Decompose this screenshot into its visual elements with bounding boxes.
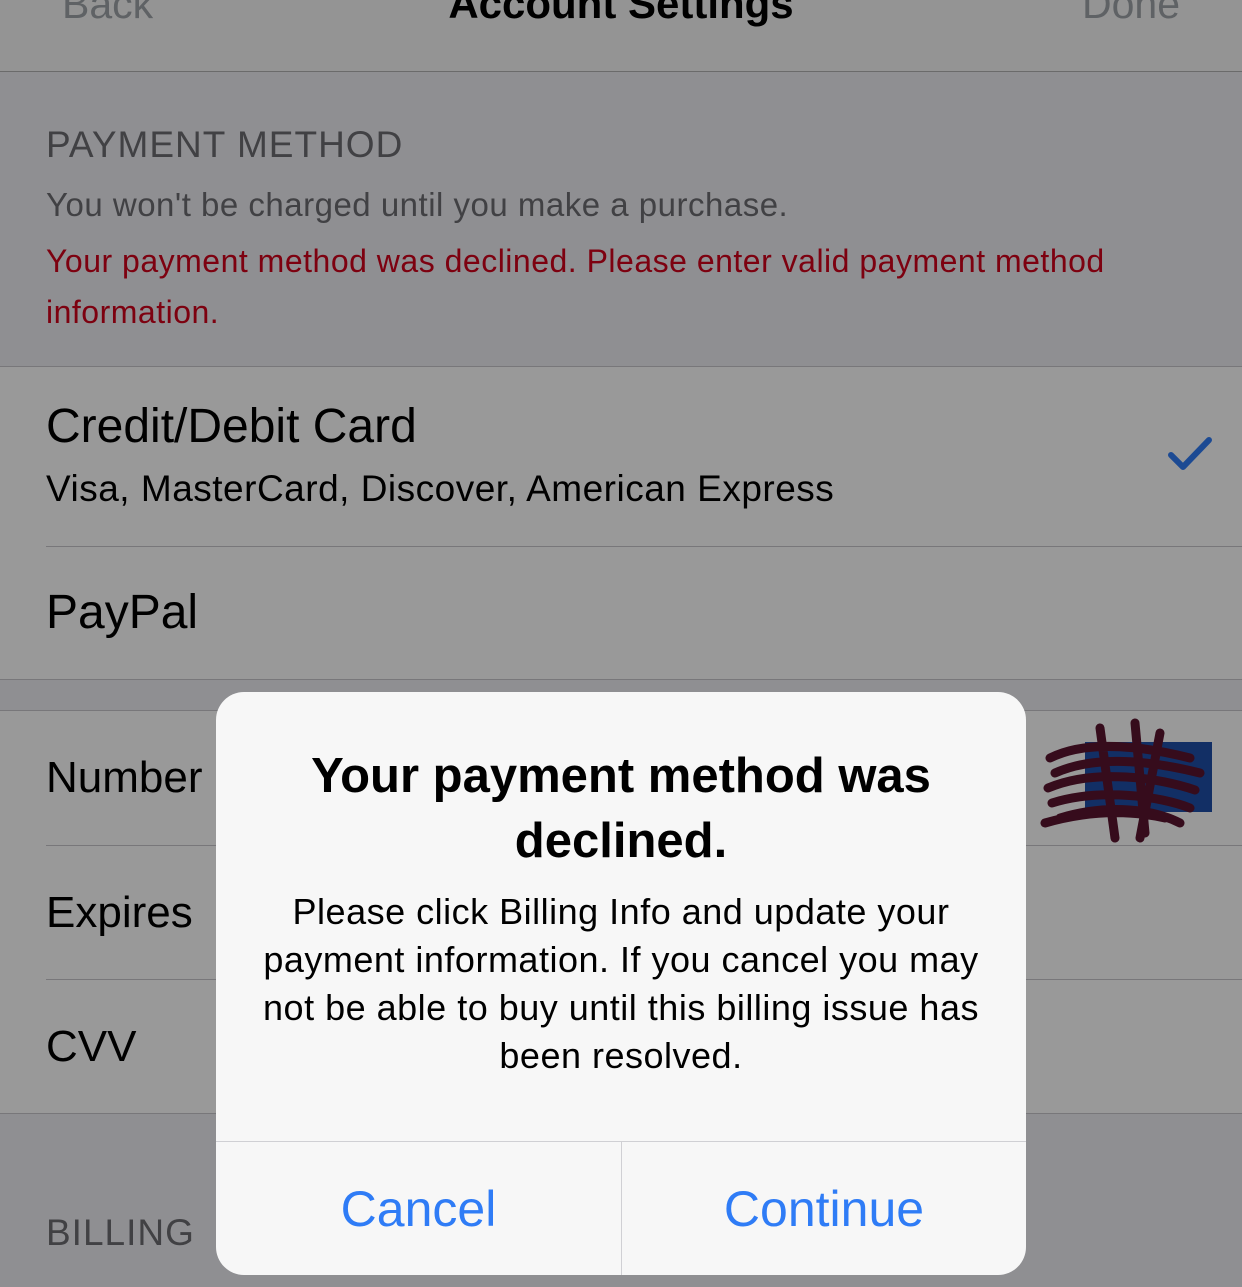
alert-button-bar: Cancel Continue bbox=[216, 1141, 1026, 1275]
continue-button[interactable]: Continue bbox=[622, 1142, 1026, 1275]
payment-declined-alert: Your payment method was declined. Please… bbox=[216, 692, 1026, 1275]
alert-message: Please click Billing Info and update you… bbox=[263, 891, 979, 1076]
alert-title: Your payment method was declined. bbox=[311, 749, 931, 868]
cancel-button[interactable]: Cancel bbox=[216, 1142, 621, 1275]
account-settings-screen: Back Account Settings Done PAYMENT METHO… bbox=[0, 0, 1242, 1287]
